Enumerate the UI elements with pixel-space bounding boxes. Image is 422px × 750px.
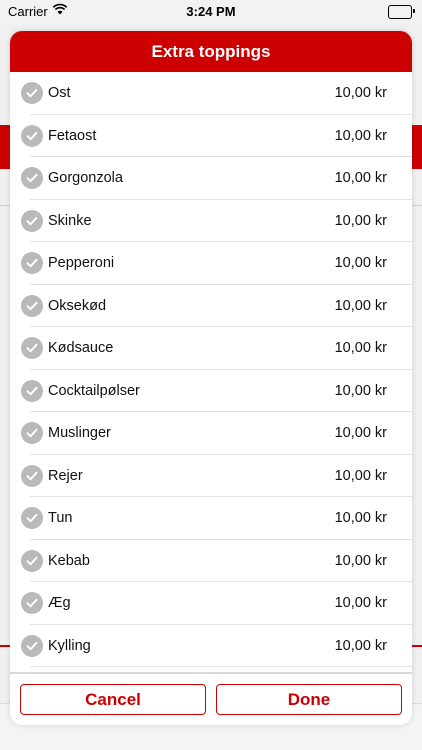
topping-name: Pepperoni	[48, 255, 115, 272]
checkmark-icon[interactable]	[21, 507, 43, 530]
cancel-button[interactable]: Cancel	[20, 684, 206, 715]
checkmark-icon[interactable]	[21, 294, 43, 317]
topping-price: 10,00 kr	[334, 340, 387, 357]
topping-row[interactable]: Tun 10,00 kr	[10, 497, 412, 540]
topping-price: 10,00 kr	[334, 85, 387, 102]
status-bar: Carrier 3:24 PM	[0, 0, 422, 24]
topping-price: 10,00 kr	[334, 382, 387, 399]
checkmark-icon[interactable]	[21, 422, 43, 445]
modal-footer: Cancel Done	[10, 672, 412, 725]
topping-row[interactable]: Muslinger 10,00 kr	[10, 412, 412, 455]
topping-price: 10,00 kr	[334, 595, 387, 612]
topping-name: Skinke	[48, 212, 92, 229]
topping-name: Tun	[48, 510, 73, 527]
topping-name: Gorgonzola	[48, 170, 123, 187]
topping-name: Oksekød	[48, 297, 107, 314]
topping-price: 10,00 kr	[334, 425, 387, 442]
checkmark-icon[interactable]	[21, 379, 43, 402]
extra-toppings-modal: Extra toppings Ost 10,00 kr Fetaost 10,00 k…	[10, 31, 412, 725]
done-button[interactable]: Done	[216, 684, 402, 715]
topping-price: 10,00 kr	[334, 127, 387, 144]
checkmark-icon[interactable]	[21, 549, 43, 572]
checkmark-icon[interactable]	[21, 82, 43, 105]
topping-row[interactable]: Gorgonzola 10,00 kr	[10, 157, 412, 200]
topping-name: Muslinger	[48, 425, 111, 442]
topping-row[interactable]: Kødsauce 10,00 kr	[10, 327, 412, 370]
topping-price: 10,00 kr	[334, 637, 387, 654]
topping-price: 10,00 kr	[334, 552, 387, 569]
topping-price: 10,00 kr	[334, 212, 387, 229]
topping-row[interactable]: Pepperoni 10,00 kr	[10, 242, 412, 285]
topping-price: 10,00 kr	[334, 510, 387, 527]
battery-icon	[388, 5, 415, 19]
checkmark-icon[interactable]	[21, 337, 43, 360]
topping-row[interactable]: Kylling 10,00 kr	[10, 625, 412, 668]
topping-row[interactable]: Rejer 10,00 kr	[10, 455, 412, 498]
topping-price: 10,00 kr	[334, 467, 387, 484]
topping-row[interactable]: Cocktailpølser 10,00 kr	[10, 370, 412, 413]
checkmark-icon[interactable]	[21, 209, 43, 232]
topping-row[interactable]: Fetaost 10,00 kr	[10, 115, 412, 158]
checkmark-icon[interactable]	[21, 167, 43, 190]
topping-name: Rejer	[48, 467, 83, 484]
topping-row[interactable]: Æg 10,00 kr	[10, 582, 412, 625]
topping-row[interactable]: Oksekød 10,00 kr	[10, 285, 412, 328]
topping-name: Kødsauce	[48, 340, 114, 357]
checkmark-icon[interactable]	[21, 464, 43, 487]
toppings-list[interactable]: Ost 10,00 kr Fetaost 10,00 kr Gorgonzola 10,0…	[10, 72, 412, 705]
topping-row[interactable]: Kebab 10,00 kr	[10, 540, 412, 583]
topping-price: 10,00 kr	[334, 255, 387, 272]
topping-name: Kylling	[48, 637, 91, 654]
checkmark-icon[interactable]	[21, 634, 43, 657]
topping-name: Æg	[48, 595, 71, 612]
topping-name: Fetaost	[48, 127, 97, 144]
topping-price: 10,00 kr	[334, 297, 387, 314]
modal-title: Extra toppings	[151, 41, 271, 61]
topping-row[interactable]: Skinke 10,00 kr	[10, 200, 412, 243]
topping-name: Cocktailpølser	[48, 382, 140, 399]
checkmark-icon[interactable]	[21, 124, 43, 147]
checkmark-icon[interactable]	[21, 592, 43, 615]
topping-row[interactable]: Ost 10,00 kr	[10, 72, 412, 115]
checkmark-icon[interactable]	[21, 252, 43, 275]
topping-price: 10,00 kr	[334, 170, 387, 187]
status-time: 3:24 PM	[186, 4, 236, 19]
topping-name: Ost	[48, 85, 71, 102]
topping-name: Kebab	[48, 552, 90, 569]
modal-header: Extra toppings	[10, 31, 412, 72]
